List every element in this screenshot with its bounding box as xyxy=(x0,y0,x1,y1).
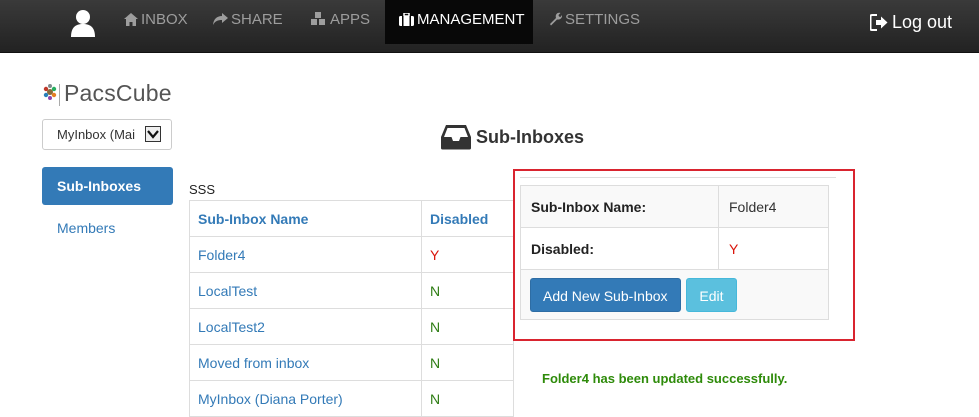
user-avatar-icon[interactable] xyxy=(70,9,96,37)
nav-apps[interactable]: APPS xyxy=(310,0,370,44)
sub-inbox-name-link[interactable]: Folder4 xyxy=(189,236,422,273)
success-message: Folder4 has been updated successfully. xyxy=(542,371,788,386)
disabled-flag: N xyxy=(421,272,514,309)
column-header-name[interactable]: Sub-Inbox Name xyxy=(189,200,422,237)
sidebar-item-members[interactable]: Members xyxy=(42,209,173,247)
nav-apps-label: APPS xyxy=(330,11,371,28)
table-row[interactable]: MyInbox (Diana Porter) N xyxy=(189,380,514,417)
inbox-tray-icon xyxy=(441,125,471,150)
nav-settings[interactable]: SETTINGS xyxy=(548,0,640,44)
sub-inbox-name-link[interactable]: MyInbox (Diana Porter) xyxy=(189,380,422,417)
detail-disabled-value: Y xyxy=(718,227,829,270)
nav-management[interactable]: MANAGEMENT xyxy=(385,0,533,44)
table-header-row: Sub-Inbox Name Disabled xyxy=(189,200,514,237)
table-caption: SSS xyxy=(189,182,216,197)
sidebar-item-label: Sub-Inboxes xyxy=(57,178,142,194)
logout-link[interactable]: Log out xyxy=(869,0,952,44)
add-sub-inbox-button[interactable]: Add New Sub-Inbox xyxy=(530,277,681,312)
table-row[interactable]: Moved from inbox N xyxy=(189,344,514,381)
disabled-flag: N xyxy=(421,344,514,381)
logout-label: Log out xyxy=(891,12,952,32)
top-navbar: INBOX SHARE APPS MANAGEMENT SETTINGS Log… xyxy=(0,0,979,53)
inbox-select-value: MyInbox (Mai xyxy=(57,127,136,142)
detail-row-disabled: Disabled: Y xyxy=(520,227,829,270)
page-title: Sub-Inboxes xyxy=(440,124,584,150)
disabled-flag: N xyxy=(421,308,514,345)
page-title-text: Sub-Inboxes xyxy=(476,127,585,147)
logo-text: PacsCube xyxy=(64,80,172,106)
detail-row-name: Sub-Inbox Name: Folder4 xyxy=(520,185,829,228)
sidebar-item-sub-inboxes[interactable]: Sub-Inboxes xyxy=(42,167,173,205)
logout-icon xyxy=(869,14,888,31)
table-row[interactable]: Folder4 Y xyxy=(189,236,514,273)
nav-share-label: SHARE xyxy=(231,11,283,28)
apps-icon xyxy=(311,12,325,25)
disabled-flag: N xyxy=(421,380,514,417)
detail-disabled-label: Disabled: xyxy=(520,227,719,270)
nav-settings-label: SETTINGS xyxy=(565,11,641,28)
briefcase-icon xyxy=(399,12,414,26)
edit-button[interactable]: Edit xyxy=(686,277,737,312)
nav-share[interactable]: SHARE xyxy=(213,0,283,44)
table-row[interactable]: LocalTest2 N xyxy=(189,308,514,345)
table-row[interactable]: LocalTest N xyxy=(189,272,514,309)
wrench-icon xyxy=(550,12,563,26)
sub-inbox-table: Sub-Inbox Name Disabled Folder4 Y LocalT… xyxy=(189,200,514,417)
detail-actions: Add New Sub-Inbox Edit xyxy=(520,269,829,320)
pacscube-logo-icon xyxy=(43,84,57,100)
detail-row-actions: Add New Sub-Inbox Edit xyxy=(520,269,829,320)
sub-inbox-name-link[interactable]: LocalTest2 xyxy=(189,308,422,345)
detail-name-label: Sub-Inbox Name: xyxy=(520,185,719,228)
column-header-disabled[interactable]: Disabled xyxy=(421,200,514,237)
inbox-select[interactable]: MyInbox (Mai xyxy=(42,119,172,150)
sub-inbox-name-link[interactable]: Moved from inbox xyxy=(189,344,422,381)
share-icon xyxy=(213,13,228,25)
logo-divider xyxy=(59,84,60,106)
sub-inbox-detail-table: Sub-Inbox Name: Folder4 Disabled: Y Add … xyxy=(520,185,829,320)
sidebar-item-label: Members xyxy=(57,220,116,236)
detail-divider xyxy=(520,177,836,178)
disabled-flag: Y xyxy=(421,236,514,273)
detail-name-value: Folder4 xyxy=(718,185,829,228)
chevron-down-icon[interactable] xyxy=(145,126,161,142)
sub-inbox-name-link[interactable]: LocalTest xyxy=(189,272,422,309)
nav-management-label: MANAGEMENT xyxy=(417,11,525,28)
nav-inbox[interactable]: INBOX xyxy=(124,0,188,44)
nav-inbox-label: INBOX xyxy=(141,11,188,28)
home-icon xyxy=(124,13,138,26)
